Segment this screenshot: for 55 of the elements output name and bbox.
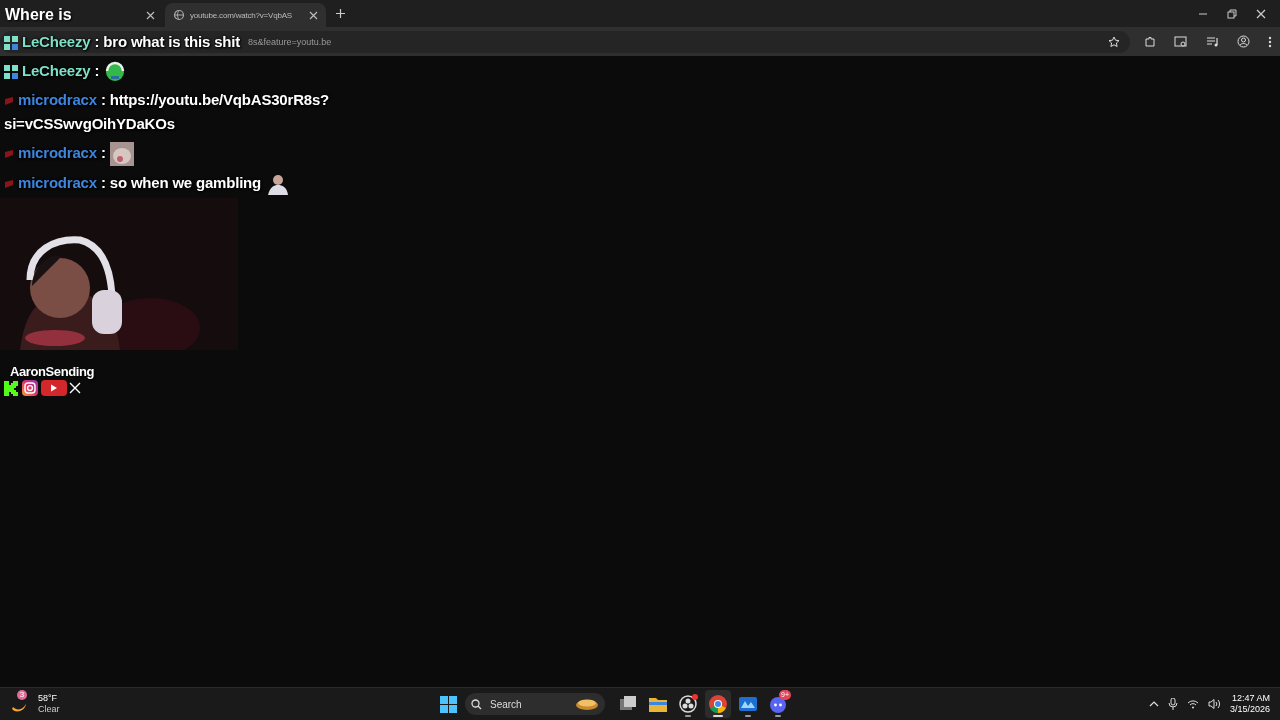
profile-icon[interactable] xyxy=(1237,35,1250,48)
browser-tab[interactable]: youtube.com/watch?v=VqbAS xyxy=(165,3,326,27)
microphone-icon[interactable] xyxy=(1167,698,1178,710)
chat-message: : xyxy=(94,62,100,79)
weather-condition: Clear xyxy=(38,704,60,715)
taskbar-app[interactable] xyxy=(705,690,731,718)
chat-message: : bro what is this shit xyxy=(94,33,241,50)
close-icon[interactable] xyxy=(1256,8,1266,19)
chat-message: : xyxy=(101,144,106,162)
cross-icon[interactable] xyxy=(69,382,81,394)
pie-icon xyxy=(575,697,599,711)
badge-icon xyxy=(4,180,14,189)
k-icon[interactable] xyxy=(3,380,19,396)
new-tab-icon[interactable] xyxy=(336,9,345,18)
search-icon xyxy=(471,698,482,710)
emote-icon xyxy=(103,61,126,84)
chat-username: microdracx xyxy=(18,144,97,162)
media-list-icon[interactable] xyxy=(1206,35,1219,48)
chat-username: LeCheezy xyxy=(22,62,91,79)
clock[interactable]: 12:47 AM 3/15/2026 xyxy=(1229,693,1270,715)
badge-icon xyxy=(4,36,18,51)
close-icon[interactable] xyxy=(146,10,155,20)
chart-window-icon xyxy=(738,694,758,714)
chat-message: : https://youtu.be/VqbAS30rR8s? xyxy=(101,91,330,109)
more-icon[interactable] xyxy=(1268,35,1272,48)
chat-username: LeCheezy xyxy=(22,33,91,50)
chat-message: : so when we gambling xyxy=(101,174,262,192)
speaker-icon[interactable] xyxy=(1207,699,1221,709)
chat-bubble-icon xyxy=(768,694,788,714)
badge-icon xyxy=(4,65,18,80)
badge-icon xyxy=(4,150,14,159)
badge-icon xyxy=(4,97,14,106)
chevron-up-icon[interactable] xyxy=(1148,699,1159,709)
emote-icon xyxy=(265,173,290,196)
restore-icon[interactable] xyxy=(1227,8,1237,19)
film-reel-icon xyxy=(678,694,698,714)
screen-search-icon[interactable] xyxy=(1174,35,1188,48)
chat-username: microdracx xyxy=(18,174,97,192)
close-icon[interactable] xyxy=(309,10,318,20)
globe-icon xyxy=(173,9,185,21)
play-icon[interactable] xyxy=(41,380,67,396)
streamer-name: AaronSending xyxy=(10,364,95,379)
temperature: 58°F xyxy=(38,693,59,704)
start-icon[interactable] xyxy=(440,695,457,713)
chat-username: microdracx xyxy=(18,91,97,109)
puzzle-icon[interactable] xyxy=(1144,35,1156,48)
emote-icon xyxy=(110,142,134,167)
chat-message: si=vCSSwvgOihYDaKOs xyxy=(4,115,175,133)
wifi-icon[interactable] xyxy=(1186,699,1199,709)
browser-tab[interactable]: Where is xyxy=(0,3,163,27)
round-logo-icon xyxy=(708,694,728,714)
weather-badge: 3 xyxy=(17,690,27,700)
search-field[interactable]: Search xyxy=(465,693,605,715)
camera-icon[interactable] xyxy=(21,380,39,396)
star-icon[interactable] xyxy=(1108,35,1120,48)
